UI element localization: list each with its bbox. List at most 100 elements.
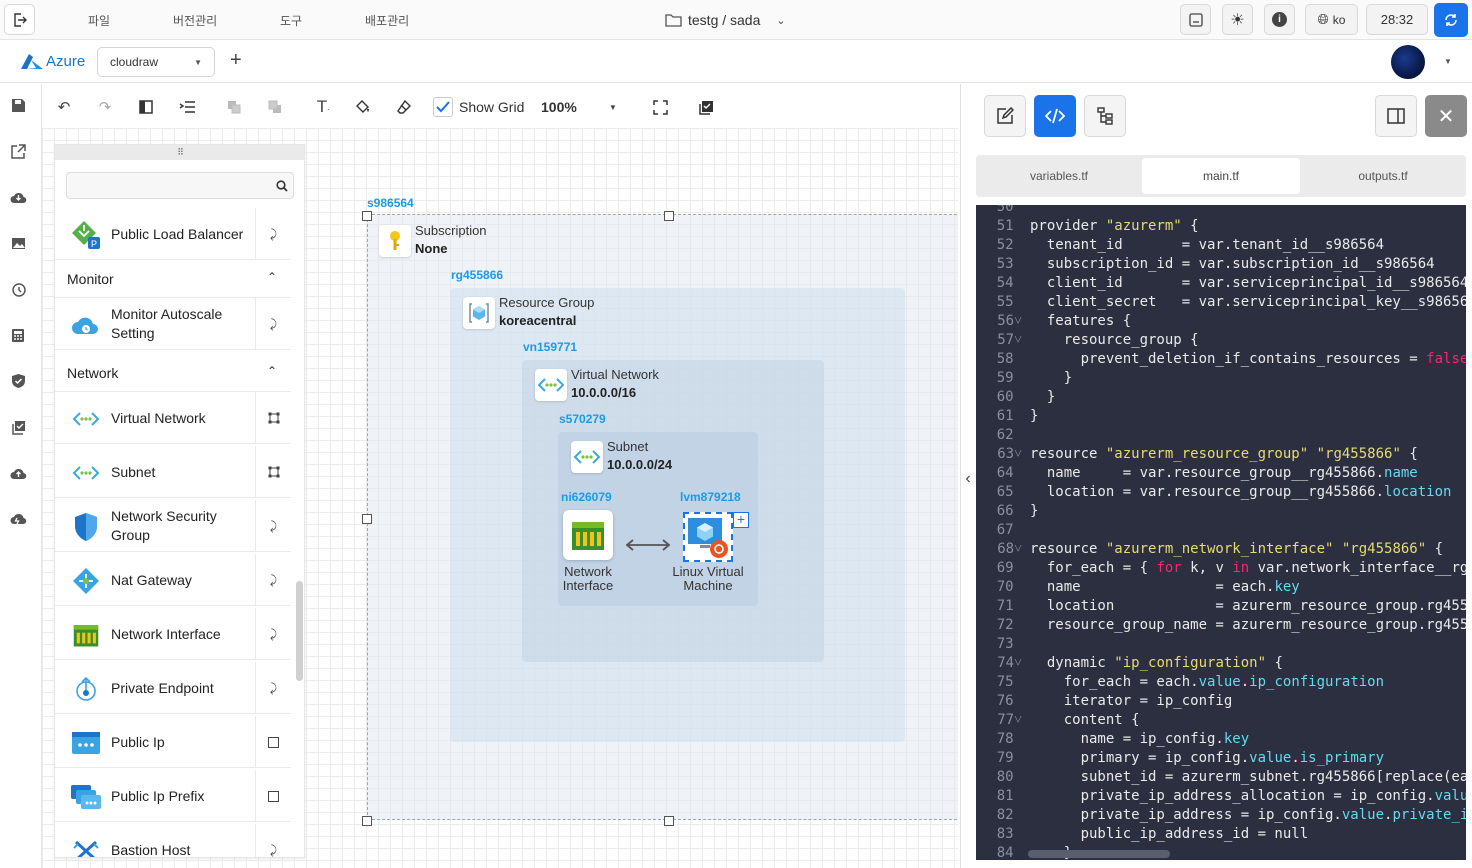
code-editor[interactable]: 50 51 provider "azurerm" {52 tenant_id =…: [976, 205, 1466, 860]
container-tool-icon[interactable]: [255, 446, 291, 498]
avatar-caret-icon[interactable]: ▼: [1444, 57, 1452, 66]
palette-item-private-endpoint[interactable]: Private Endpoint ⤸: [55, 662, 291, 714]
palette-item-network-interface[interactable]: Network Interface ⤸: [55, 608, 291, 660]
cloud-download-icon[interactable]: [9, 188, 27, 206]
undo-icon[interactable]: ↶: [53, 96, 75, 118]
palette-item-nat-gateway[interactable]: Nat Gateway ⤸: [55, 554, 291, 606]
resize-handle[interactable]: [362, 816, 372, 826]
code-token: subnet_id = azurerm_subnet.rg455866[repl…: [1030, 769, 1466, 785]
line-number: 76: [996, 693, 1022, 709]
palette-item-virtual-network[interactable]: Virtual Network: [55, 392, 291, 444]
palette-section-network[interactable]: Network ⌃: [55, 354, 291, 392]
node-tool-icon[interactable]: [255, 716, 291, 768]
copy-check-icon[interactable]: [9, 418, 27, 436]
tab-main[interactable]: main.tf: [1142, 158, 1300, 194]
resize-handle[interactable]: [664, 816, 674, 826]
fullscreen-icon[interactable]: [649, 96, 671, 118]
menu-deploy[interactable]: 배포관리: [365, 12, 409, 29]
close-panel-button[interactable]: ✕: [1425, 95, 1467, 137]
palette-item-subnet[interactable]: Subnet: [55, 446, 291, 498]
zoom-select[interactable]: 100% ▼: [541, 97, 621, 117]
search-icon[interactable]: [276, 180, 288, 192]
history-icon[interactable]: [9, 280, 27, 298]
chevron-up-icon[interactable]: ⌃: [267, 270, 277, 284]
palette-item-monitor-autoscale[interactable]: Monitor Autoscale Setting ⤸: [55, 298, 291, 350]
resize-handle[interactable]: [362, 211, 372, 221]
palette-scrollbar[interactable]: [296, 581, 303, 681]
connection-arrow[interactable]: [625, 536, 671, 554]
text-tool-icon[interactable]: T.: [312, 96, 334, 118]
send-back-icon[interactable]: [264, 96, 286, 118]
palette-drag-handle[interactable]: ⠿: [55, 145, 304, 160]
connector-tool-icon[interactable]: ⤸: [255, 608, 291, 660]
connector-tool-icon[interactable]: ⤸: [255, 208, 291, 260]
tab-outputs[interactable]: outputs.tf: [1304, 158, 1462, 194]
cloud-upload-icon[interactable]: [9, 464, 27, 482]
resource-group-label: Resource Group koreacentral: [499, 294, 594, 330]
menu-tools[interactable]: 도구: [280, 12, 302, 29]
menu-version[interactable]: 버전관리: [173, 12, 217, 29]
menu-file[interactable]: 파일: [88, 12, 110, 29]
checkbox-checked-icon[interactable]: [433, 97, 453, 117]
tree-view-button[interactable]: [1084, 95, 1126, 137]
exit-button[interactable]: [4, 4, 35, 35]
connector-tool-icon[interactable]: ⤸: [255, 662, 291, 714]
palette-item-public-ip-prefix[interactable]: Public Ip Prefix: [55, 770, 291, 822]
calculator-icon[interactable]: [9, 326, 27, 344]
chevron-up-icon[interactable]: ⌃: [267, 364, 277, 378]
resize-handle[interactable]: [664, 211, 674, 221]
shield-check-icon[interactable]: [9, 372, 27, 390]
connector-tool-icon[interactable]: ⤸: [255, 554, 291, 606]
user-avatar[interactable]: [1391, 45, 1425, 79]
profile-select-value: cloudraw: [110, 55, 159, 69]
image-icon[interactable]: [9, 234, 27, 252]
code-line: 82 private_ip_address = ip_config.value.…: [976, 807, 1466, 826]
add-profile-button[interactable]: +: [230, 49, 242, 72]
palette-item-public-ip[interactable]: Public Ip: [55, 716, 291, 768]
resize-handle[interactable]: [362, 514, 372, 524]
palette-item-label: Nat Gateway: [111, 571, 192, 588]
save-icon[interactable]: [9, 96, 27, 114]
cloud-sync-icon[interactable]: [9, 510, 27, 528]
collapse-panel-toggle[interactable]: ‹: [961, 471, 975, 488]
palette-item-public-load-balancer[interactable]: P Public Load Balancer ⤸: [55, 208, 291, 260]
palette-search-input[interactable]: [67, 173, 257, 198]
palette-item-nsg[interactable]: Network Security Group ⤸: [55, 500, 291, 552]
panel-toggle-icon[interactable]: [135, 96, 157, 118]
code-horizontal-scrollbar[interactable]: [1028, 850, 1170, 858]
sync-button[interactable]: [1434, 3, 1468, 37]
code-line: 75 for_each = each.value.ip_configuratio…: [976, 674, 1384, 693]
palette-section-monitor[interactable]: Monitor ⌃: [55, 260, 291, 298]
split-view-button[interactable]: [1375, 95, 1417, 137]
theme-button[interactable]: ☀: [1222, 4, 1253, 35]
fill-color-icon[interactable]: [352, 96, 374, 118]
info-button[interactable]: i: [1264, 4, 1295, 35]
node-tool-icon[interactable]: [255, 770, 291, 822]
project-selector[interactable]: testg / sada ⌄: [665, 10, 786, 30]
code-token: location = var.resource_group__rg455866.: [1030, 484, 1385, 500]
palette-item-bastion-host[interactable]: Bastion Host ⤸: [55, 824, 291, 857]
connector-tool-icon[interactable]: ⤸: [255, 500, 291, 552]
code-view-button[interactable]: [1034, 95, 1076, 137]
add-connection-button[interactable]: +: [733, 512, 749, 528]
tab-variables[interactable]: variables.tf: [980, 158, 1138, 194]
edit-properties-button[interactable]: [984, 95, 1026, 137]
show-grid-toggle[interactable]: Show Grid: [433, 96, 524, 118]
connector-tool-icon[interactable]: ⤸: [255, 298, 291, 350]
language-button[interactable]: 🌐︎ ko: [1305, 4, 1358, 35]
azure-logo[interactable]: Azure: [20, 53, 85, 70]
profile-select[interactable]: cloudraw ▼: [97, 47, 215, 77]
indent-icon[interactable]: [176, 96, 198, 118]
container-tool-icon[interactable]: [255, 392, 291, 444]
code-token: "ip_configuration": [1114, 655, 1267, 671]
connector-tool-icon[interactable]: ⤸: [255, 824, 291, 857]
redo-icon[interactable]: ↷: [94, 96, 116, 118]
nic-node[interactable]: [563, 510, 613, 560]
export-icon[interactable]: [9, 142, 27, 160]
vm-node[interactable]: [683, 512, 733, 562]
bring-front-icon[interactable]: [223, 96, 245, 118]
palette-search[interactable]: [66, 172, 294, 199]
eraser-icon[interactable]: [393, 96, 415, 118]
document-button[interactable]: [1180, 4, 1211, 35]
validate-icon[interactable]: [695, 96, 717, 118]
